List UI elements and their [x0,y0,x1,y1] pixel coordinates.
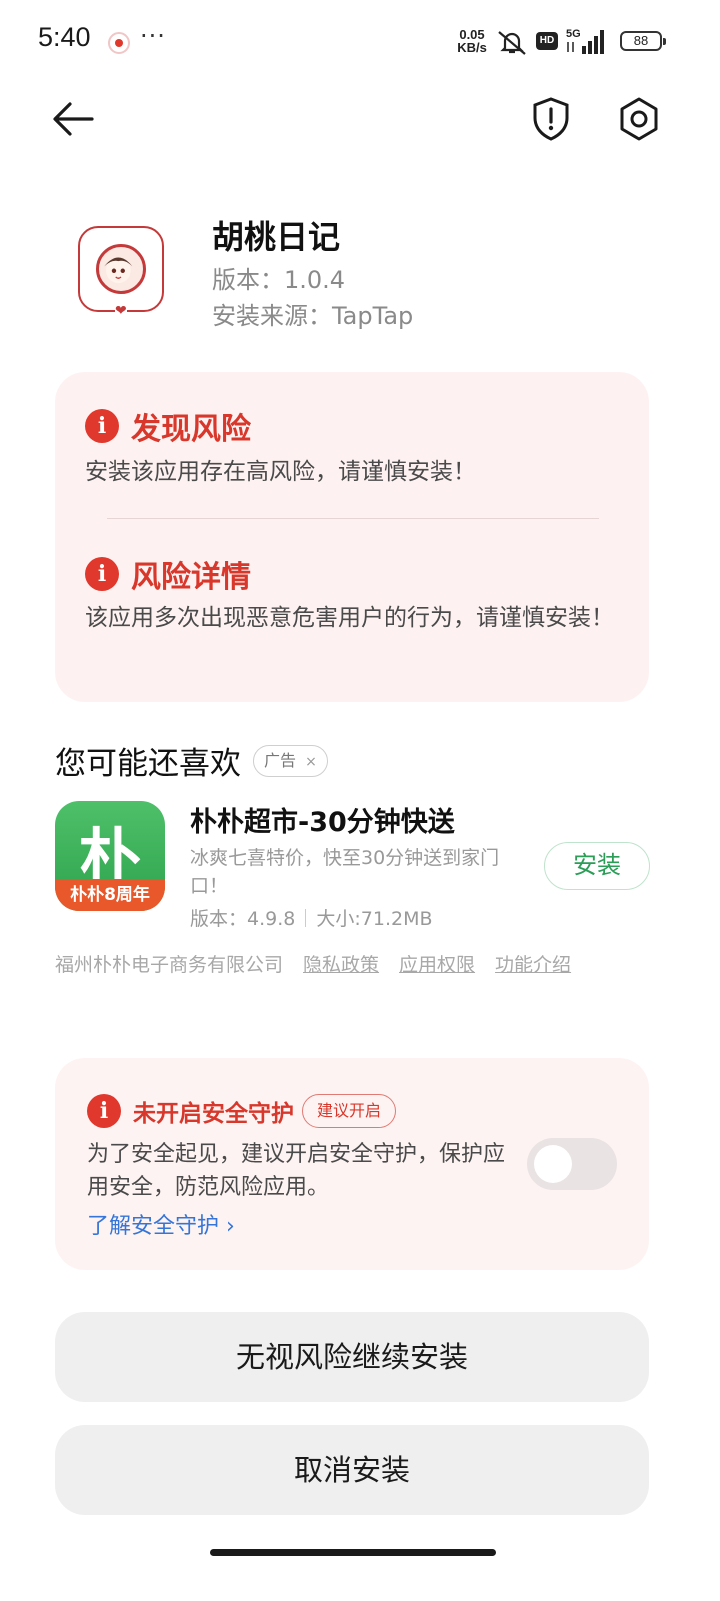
developer-name: 福州朴朴电子商务有限公司 [55,954,284,976]
protection-toggle[interactable] [527,1138,617,1190]
meta-separator [305,908,307,927]
cancel-install-button[interactable]: 取消安装 [55,1425,649,1515]
recommended-app-meta: 版本：4.9.8 大小:71.2MB [190,904,433,931]
recommended-app-version: 版本：4.9.8 [190,908,296,930]
ad-label: 广告 [264,750,297,770]
recommended-app-links: 福州朴朴电子商务有限公司 隐私政策 应用权限 功能介绍 [55,950,591,977]
svg-text:5G: 5G [566,28,581,40]
app-icon: ❤ [78,226,164,318]
gear-icon[interactable] [614,94,664,144]
mute-bell-icon [498,31,526,55]
status-bar: 5:40 ··· 0.05 KB/s HD 5G 88 [0,0,720,84]
app-install-source: 安装来源：TapTap [212,302,414,330]
suggest-enable-badge: 建议开启 [302,1094,397,1128]
risk-detail-title: 风险详情 [131,560,251,595]
app-name: 胡桃日记 [212,218,341,256]
signal-5g-icon: 5G [566,28,604,54]
feature-intro-link[interactable]: 功能介绍 [495,950,571,977]
app-permissions-link[interactable]: 应用权限 [399,950,475,977]
shield-alert-icon[interactable] [526,94,576,144]
heart-icon: ❤ [115,303,127,319]
recommended-app-icon-band: 朴朴8周年 [55,879,165,911]
network-speed: 0.05 KB/s [452,28,492,54]
close-ad-icon[interactable]: × [305,754,317,770]
learn-protection-link[interactable]: 了解安全守护 › [87,1208,235,1240]
recommended-app-size: 大小:71.2MB [316,908,433,930]
back-arrow-icon[interactable] [48,96,98,142]
divider [107,518,599,519]
hd-voice-badge: HD [536,32,558,50]
status-time: 5:40 [38,22,91,52]
info-alert-icon: i [87,1094,121,1128]
risk-detail-text: 该应用多次出现恶意危害用户的行为，请谨慎安装！ [85,605,614,631]
recommended-app-desc: 冰爽七喜特价，快至30分钟送到家门口！ [190,847,500,897]
continue-install-button[interactable]: 无视风险继续安装 [55,1312,649,1402]
protection-text: 为了安全起见，建议开启安全守护，保护应用安全，防范风险应用。 [87,1142,506,1200]
recommend-header: 您可能还喜欢 广告 × [55,738,328,783]
screen-record-icon [108,32,130,54]
battery-indicator: 88 [620,31,666,51]
protection-heading: i 未开启安全守护 建议开启 [87,1094,397,1128]
risk-warning-card: i 发现风险 安装该应用存在高风险，请谨慎安装！ i 风险详情 该应用多次出现恶… [55,372,649,702]
install-button[interactable]: 安装 [544,842,650,890]
recommend-title: 您可能还喜欢 [55,746,241,782]
risk-detail-heading: i 风险详情 [85,552,251,596]
risk-found-text: 安装该应用存在高风险，请谨慎安装！ [85,459,476,485]
risk-found-title: 发现风险 [131,412,251,447]
risk-found-heading: i 发现风险 [85,404,251,448]
privacy-policy-link[interactable]: 隐私政策 [303,950,379,977]
more-notifications-icon: ··· [140,22,166,50]
app-avatar-image [96,244,146,294]
security-protection-card: i 未开启安全守护 建议开启 为了安全起见，建议开启安全守护，保护应用安全，防范… [55,1058,649,1270]
info-alert-icon: i [85,557,119,591]
toggle-knob [534,1145,572,1183]
home-indicator[interactable] [210,1549,496,1556]
recommended-app-name[interactable]: 朴朴超市-30分钟快送 [190,800,455,839]
recommended-app-icon[interactable]: 朴 朴朴8周年 [55,801,165,911]
app-version: 版本：1.0.4 [212,266,346,294]
info-alert-icon: i [85,409,119,443]
ad-badge[interactable]: 广告 × [253,744,328,777]
protection-title: 未开启安全守护 [133,1101,294,1127]
net-speed-unit: KB/s [457,40,487,55]
